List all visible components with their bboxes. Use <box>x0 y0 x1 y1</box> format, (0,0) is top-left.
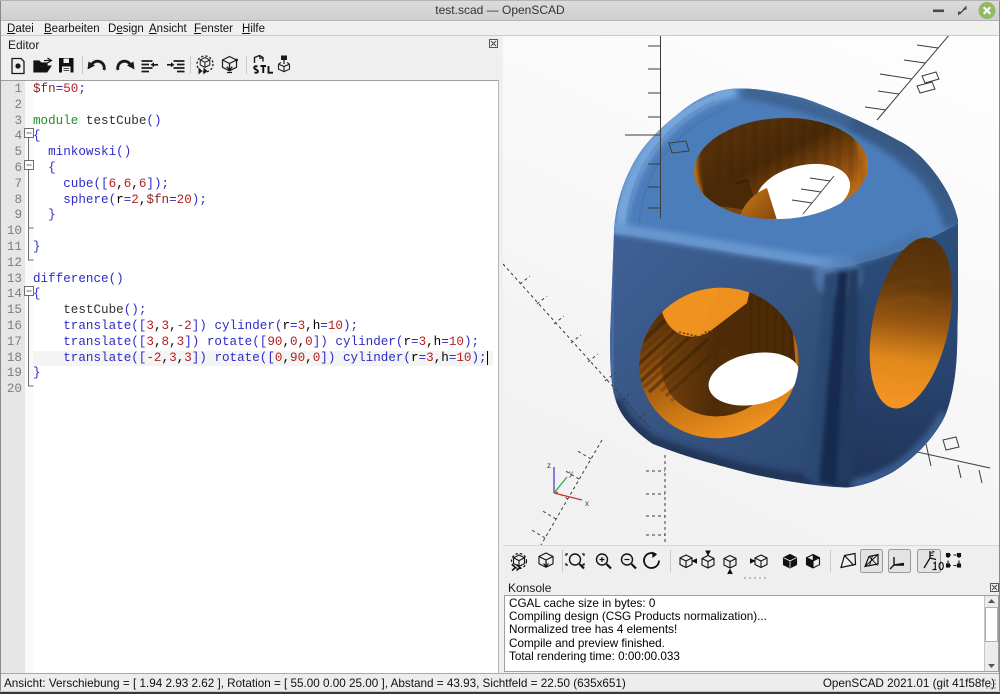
svg-text:z: z <box>547 461 551 470</box>
svg-text:y: y <box>569 469 573 478</box>
svg-text:x: x <box>585 499 589 508</box>
